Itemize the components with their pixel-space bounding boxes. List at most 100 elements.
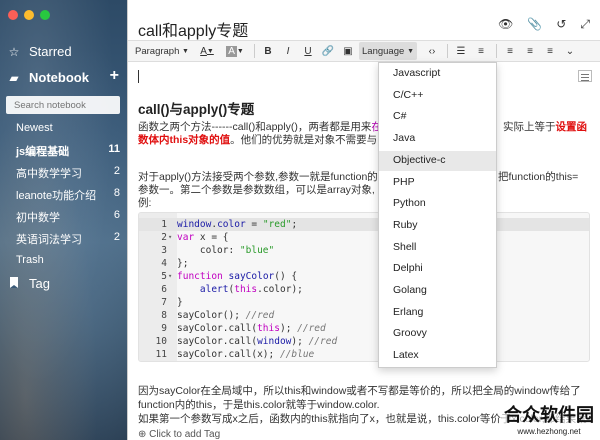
- language-option[interactable]: Ruby: [379, 216, 496, 236]
- line-number: 1: [161, 219, 167, 230]
- code-token: var: [177, 232, 195, 243]
- language-option[interactable]: Python: [379, 194, 496, 214]
- eye-icon[interactable]: 👁: [498, 17, 513, 32]
- language-option[interactable]: C/C++: [379, 86, 496, 106]
- font-color-button[interactable]: A ▼: [194, 42, 220, 60]
- doc-paragraph-2: 数体内this对象的值。他们的优势就是对象不需要与: [138, 134, 377, 147]
- note-title[interactable]: call和apply专题: [138, 17, 248, 41]
- add-tag-label: Click to add Tag: [149, 429, 221, 440]
- code-token: window: [177, 219, 212, 230]
- code-line: 7}: [139, 296, 589, 309]
- line-number: 7: [161, 297, 167, 308]
- language-option[interactable]: Erlang: [379, 303, 496, 323]
- doc-paragraph-3-end: 把function的this=: [498, 171, 578, 184]
- minimize-window-button[interactable]: [24, 10, 34, 20]
- code-text: }: [177, 296, 183, 309]
- line-number: 9: [161, 323, 167, 334]
- attachment-icon[interactable]: 📎: [527, 17, 542, 32]
- sidebar-item-newest[interactable]: Newest: [16, 122, 120, 134]
- code-block[interactable]: 1 window.color = "red"; 2 ▾ var x = {3 color…: [138, 212, 590, 362]
- fold-toggle-icon[interactable]: ▾: [168, 231, 172, 244]
- code-token: () {: [274, 271, 298, 282]
- code-text: sayColor.call(x); //blue: [177, 348, 314, 361]
- language-option[interactable]: Java: [379, 129, 496, 149]
- sidebar-item-middle-math[interactable]: 初中数学 6: [16, 209, 120, 225]
- outline-menu-icon[interactable]: [578, 70, 592, 82]
- sidebar-item-high-math[interactable]: 高中数学学习 2: [16, 165, 120, 181]
- code-token: color:: [177, 245, 240, 256]
- add-notebook-button[interactable]: +: [110, 67, 119, 85]
- language-select[interactable]: Language ▼: [359, 42, 417, 60]
- text-span: 函数之两个方法------call()和apply()，两者都是用来: [138, 121, 372, 133]
- search-notebook-input[interactable]: [6, 96, 120, 114]
- code-token: }: [177, 297, 183, 308]
- bullet-list-icon[interactable]: ☰: [452, 42, 470, 60]
- add-tag-button[interactable]: ⊕ Click to add Tag: [138, 429, 220, 440]
- code-line: 1 window.color = "red";: [139, 218, 589, 231]
- line-number: 3: [161, 245, 167, 256]
- background-color-button[interactable]: A ▼: [222, 42, 248, 60]
- notebook-count: 2: [113, 231, 120, 243]
- bold-button[interactable]: B: [259, 42, 277, 60]
- code-token: //red: [297, 323, 326, 334]
- text-span: 实际上等于: [503, 121, 556, 133]
- numbered-list-icon[interactable]: ≡: [472, 42, 490, 60]
- language-option[interactable]: Golang: [379, 281, 496, 301]
- doc-paragraph-1-end: 实际上等于设置函: [503, 121, 587, 134]
- code-line: 11 sayColor.call(x); //blue: [139, 348, 589, 361]
- text-span: 把function的this=: [498, 171, 579, 183]
- line-number: 5: [161, 271, 167, 282]
- image-icon[interactable]: ▣: [339, 42, 357, 60]
- code-line: 10 sayColor.call(window); //red: [139, 335, 589, 348]
- doc-paragraph-4: 参数一。第二个参数是参数数组，可以是array对象,: [138, 184, 375, 196]
- italic-button[interactable]: I: [279, 42, 297, 60]
- notebook-icon: ▰: [9, 70, 19, 85]
- language-option[interactable]: Latex: [379, 346, 496, 366]
- sidebar-item-trash[interactable]: Trash: [16, 254, 120, 266]
- notebook-label: 英语词法学习: [16, 234, 82, 246]
- code-line: 5 ▾ function sayColor() {: [139, 270, 589, 283]
- fold-toggle-icon[interactable]: ▾: [168, 270, 172, 283]
- paragraph-select[interactable]: Paragraph ▼: [134, 42, 192, 60]
- link-icon[interactable]: 🔗: [319, 42, 337, 60]
- text-span: 对于apply()方法接受两个参数,参数一就是function的: [138, 171, 378, 183]
- line-number: 2: [161, 232, 167, 243]
- underline-button[interactable]: U: [299, 42, 317, 60]
- tag-icon: [7, 276, 21, 291]
- code-text: function sayColor() {: [177, 270, 297, 283]
- code-token: alert: [199, 284, 229, 295]
- align-right-icon[interactable]: ≡: [541, 42, 559, 60]
- text-span: 数体内this对象的值: [138, 134, 231, 146]
- language-option[interactable]: Delphi: [379, 259, 496, 279]
- close-window-button[interactable]: [8, 10, 18, 20]
- watermark-text: 合众软件园: [502, 401, 596, 427]
- sidebar-item-english[interactable]: 英语词法学习 2: [16, 231, 120, 247]
- code-text: color: "blue": [177, 244, 274, 257]
- editor-toolbar: Paragraph ▼ A ▼ A ▼ B I U 🔗 ▣ Language ▼ ‹›…: [128, 40, 600, 62]
- notebook-label: 初中数学: [16, 212, 60, 224]
- maximize-window-button[interactable]: [40, 10, 50, 20]
- language-option[interactable]: Javascript: [379, 64, 496, 84]
- sidebar-item-tag[interactable]: Tag: [0, 276, 127, 291]
- sidebar-item-js[interactable]: js编程基础 11: [16, 143, 120, 159]
- sidebar-notebook-header[interactable]: ▰ Notebook +: [0, 67, 127, 85]
- language-option[interactable]: C#: [379, 107, 496, 127]
- window-controls: [8, 10, 50, 20]
- fullscreen-icon[interactable]: ⤢: [580, 17, 590, 32]
- align-center-icon[interactable]: ≡: [521, 42, 539, 60]
- sidebar-item-starred[interactable]: ☆ Starred: [0, 44, 127, 59]
- language-option[interactable]: Groovy: [379, 324, 496, 344]
- sidebar-item-label: Starred: [29, 44, 72, 59]
- code-icon[interactable]: ‹›: [423, 42, 441, 60]
- language-option[interactable]: PHP: [379, 173, 496, 193]
- language-option[interactable]: Shell: [379, 238, 496, 258]
- more-chevron-icon[interactable]: ⌄: [561, 42, 579, 60]
- language-option[interactable]: Objective-c: [379, 150, 496, 171]
- sidebar-item-leanote[interactable]: leanote功能介绍 8: [16, 187, 120, 203]
- code-text: sayColor(); //red: [177, 309, 274, 322]
- code-token: =: [245, 219, 263, 230]
- align-left-icon[interactable]: ≡: [501, 42, 519, 60]
- history-icon[interactable]: ↺: [556, 17, 566, 32]
- notebook-label: Trash: [16, 254, 44, 266]
- code-token: sayColor.call(x);: [177, 349, 280, 360]
